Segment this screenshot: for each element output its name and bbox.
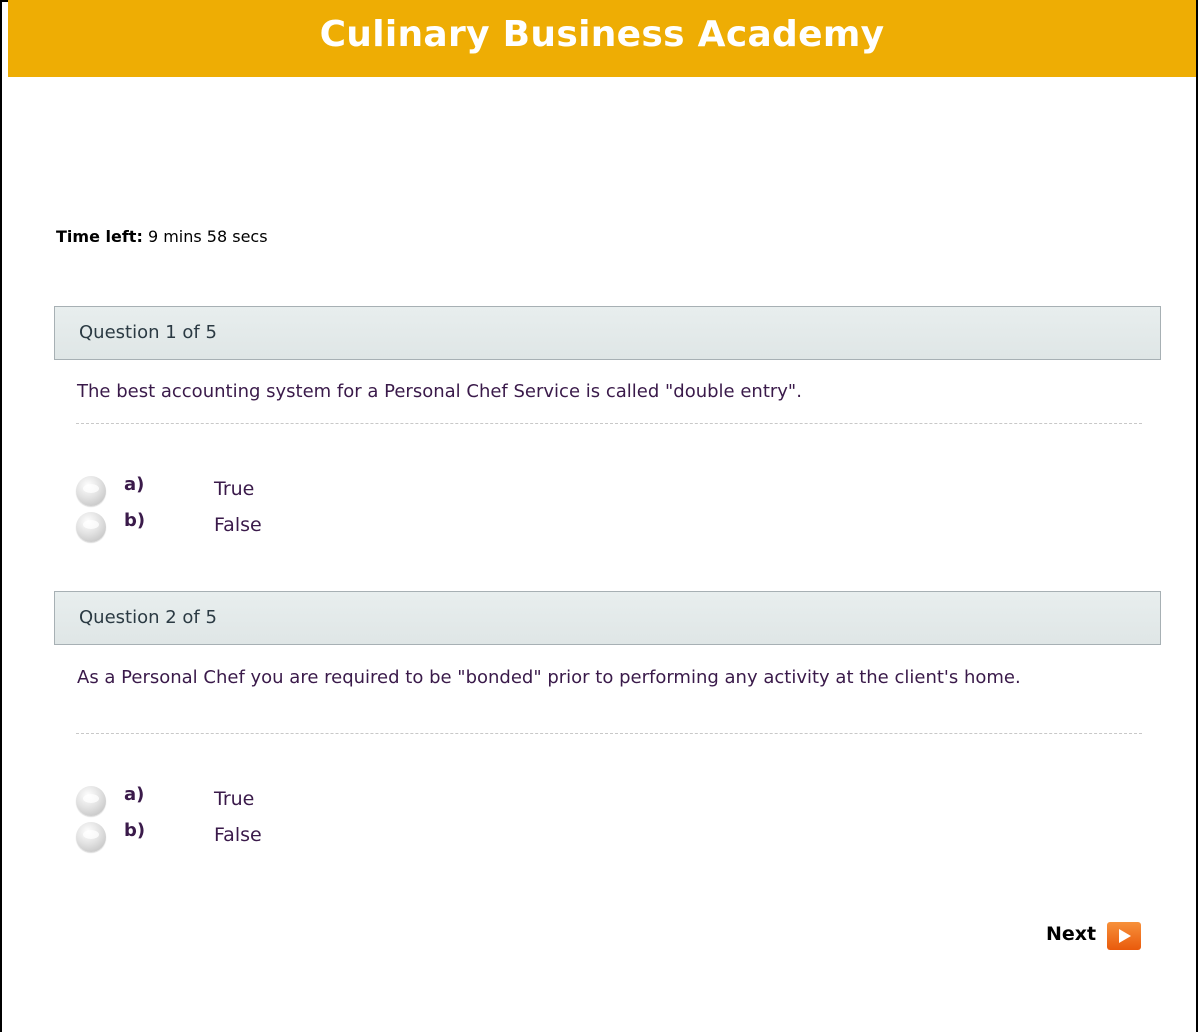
option-letter: b) [124,510,146,531]
question-1-number: Question 1 of 5 [79,322,217,343]
next-button[interactable]: Next [1046,923,1096,945]
divider [76,733,1142,734]
question-2-number: Question 2 of 5 [79,607,217,628]
question-2-header: Question 2 of 5 [54,591,1161,645]
arrow-right-icon[interactable] [1107,922,1141,950]
option-label[interactable]: True [214,478,254,500]
question-1-text: The best accounting system for a Persona… [77,381,802,402]
site-title: Culinary Business Academy [319,14,885,55]
radio-button[interactable] [76,786,106,816]
option-label[interactable]: False [214,514,262,536]
timer-value: 9 mins 58 secs [147,227,268,246]
radio-button[interactable] [76,822,106,852]
option-label[interactable]: True [214,788,254,810]
question-2-text: As a Personal Chef you are required to b… [77,667,1021,688]
page-frame [0,0,1198,1032]
option-letter: a) [124,784,145,805]
divider [76,423,1142,424]
question-1-header: Question 1 of 5 [54,306,1161,360]
timer: Time left: 9 mins 58 secs [56,227,268,246]
radio-button[interactable] [76,476,106,506]
timer-label: Time left: [56,227,143,246]
radio-button[interactable] [76,512,106,542]
option-label[interactable]: False [214,824,262,846]
option-letter: b) [124,820,146,841]
option-letter: a) [124,474,145,495]
header-bar: Culinary Business Academy [8,0,1196,77]
